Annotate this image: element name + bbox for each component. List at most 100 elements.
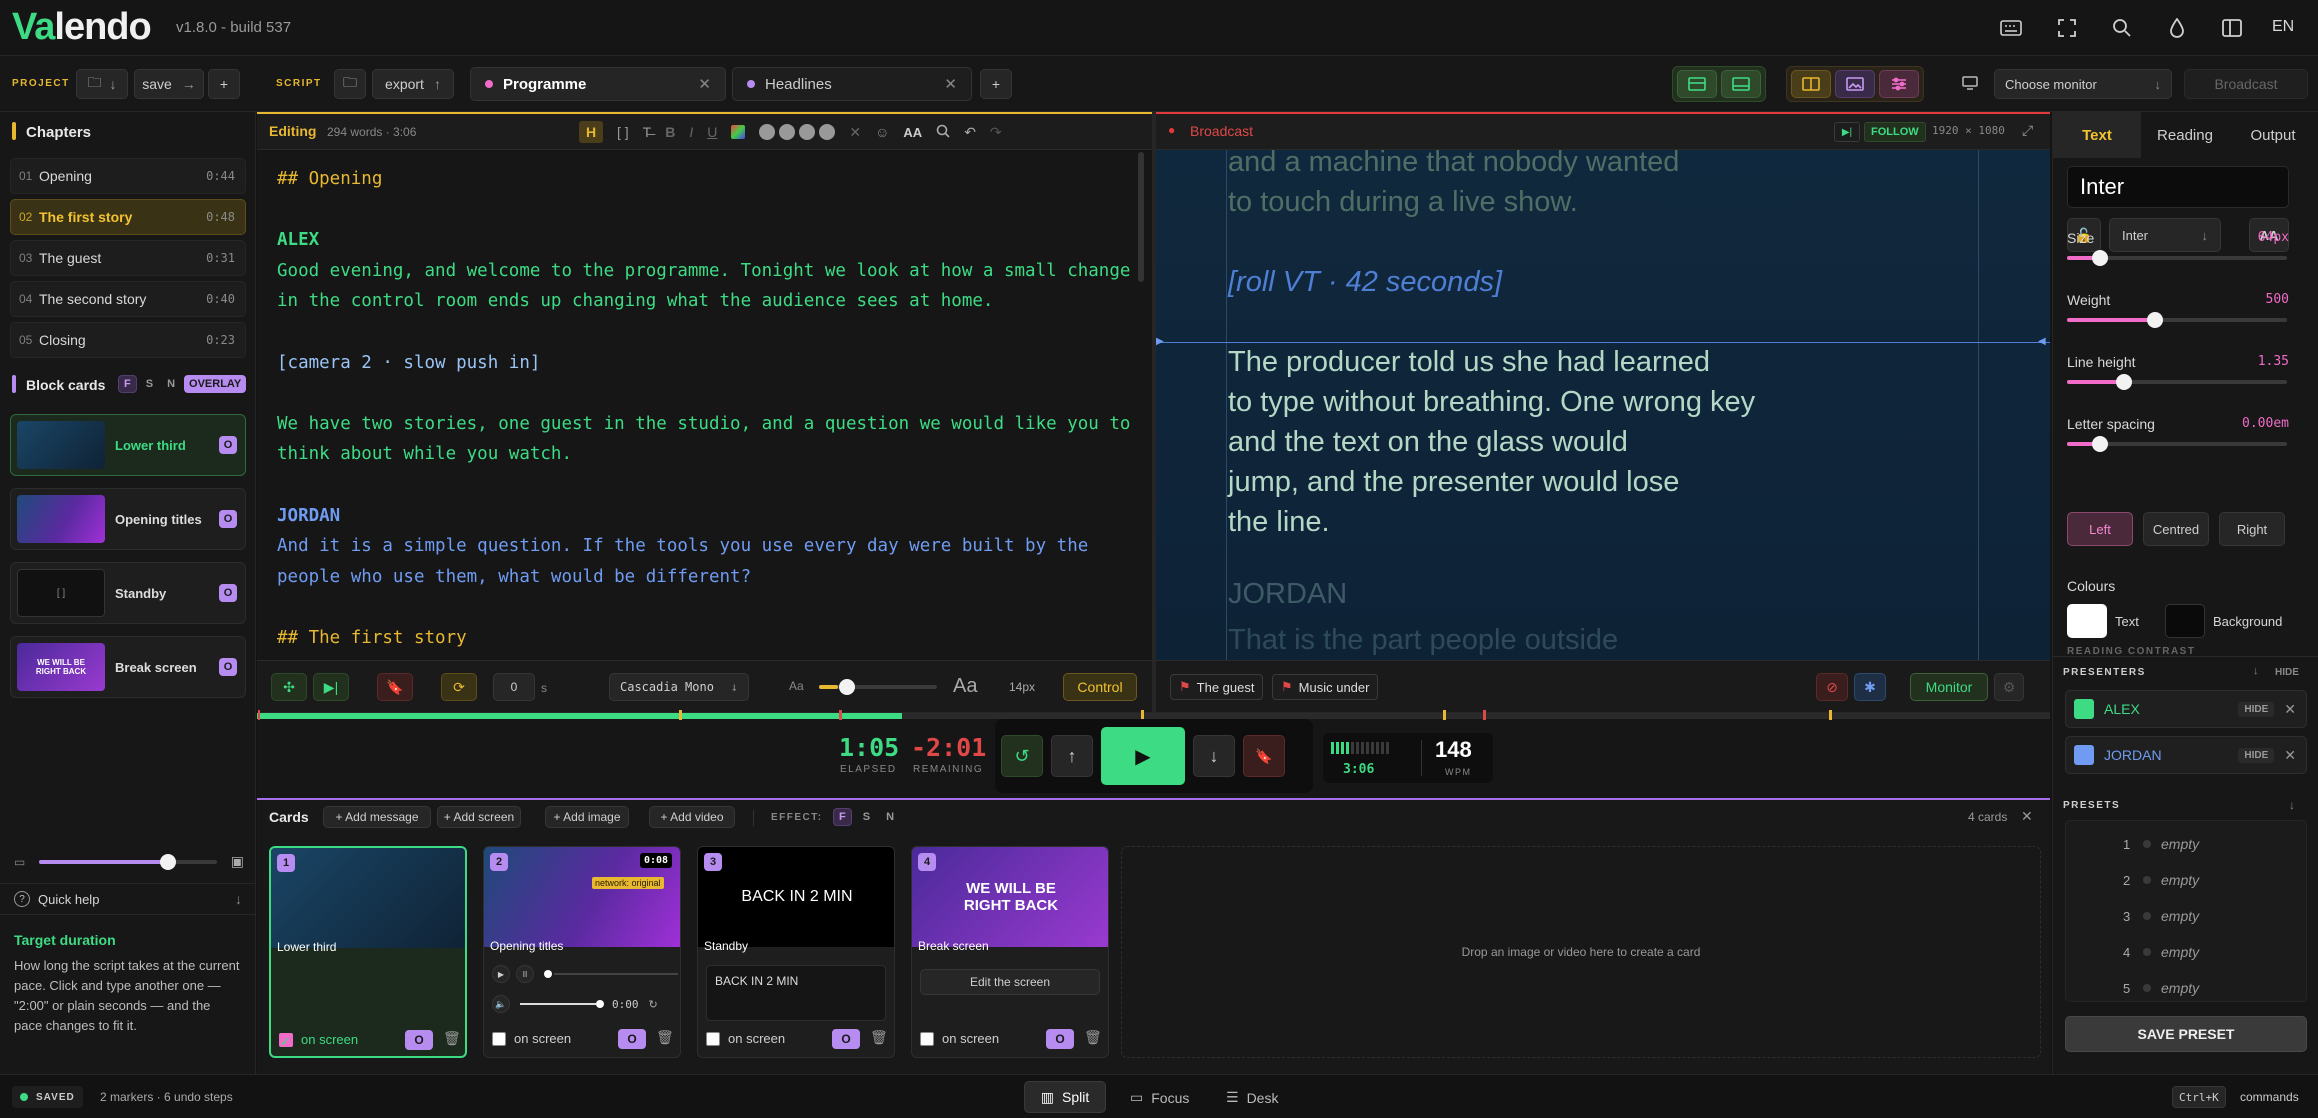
fullscreen-icon[interactable] <box>2055 16 2079 40</box>
search-icon[interactable] <box>2110 16 2134 40</box>
new-tab-button[interactable]: + <box>980 69 1012 99</box>
card-effect-s[interactable]: S <box>858 808 875 826</box>
card-effect-f[interactable]: F <box>833 808 852 826</box>
view-split-button[interactable]: ▥ Split <box>1024 1081 1106 1113</box>
script-line[interactable] <box>277 592 1137 623</box>
script-line[interactable] <box>277 195 1137 226</box>
close-icon[interactable]: ✕ <box>944 75 957 93</box>
tab-programme[interactable]: Programme ✕ <box>470 67 726 101</box>
align-right-button[interactable]: Right <box>2219 512 2285 546</box>
script-line[interactable]: ## Opening <box>277 164 1137 195</box>
play-button[interactable]: ▶ <box>1101 727 1185 785</box>
script-line[interactable]: [camera 2 · slow push in] <box>277 348 1137 379</box>
video-play-icon[interactable]: ▶ <box>492 965 510 983</box>
offset-input[interactable]: 0 <box>493 673 535 701</box>
effect-f-pill[interactable]: F <box>118 375 137 393</box>
bold-button[interactable]: B <box>665 124 675 140</box>
auto-scroll-button[interactable]: ✣ <box>271 673 307 701</box>
loop-button[interactable]: ⟳ <box>441 673 477 701</box>
layout-top-button[interactable] <box>1677 70 1717 98</box>
person-icon[interactable]: ☺ <box>875 124 889 140</box>
volume-icon[interactable]: 🔈 <box>492 995 510 1013</box>
add-screen-button[interactable]: + Add screen <box>437 806 521 828</box>
slider-knob[interactable] <box>2147 312 2163 328</box>
trash-icon[interactable]: 🗑 <box>443 1030 461 1047</box>
background-colour-swatch[interactable] <box>2165 604 2205 638</box>
chapter-item[interactable]: 04 The second story 0:40 <box>10 281 246 317</box>
hide-all-button[interactable]: HIDE <box>2275 667 2299 678</box>
scrubber-track[interactable] <box>554 973 678 975</box>
drop-icon[interactable] <box>2165 16 2189 40</box>
card-break-screen[interactable]: WE WILL BE RIGHT BACK 4 Break screen Edi… <box>911 846 1109 1058</box>
find-icon[interactable] <box>936 124 950 141</box>
screen-text-field[interactable]: BACK IN 2 MIN <box>706 965 886 1021</box>
card-standby[interactable]: BACK IN 2 MIN 3 Standby BACK IN 2 MIN on… <box>697 846 895 1058</box>
add-video-button[interactable]: + Add video <box>649 806 735 828</box>
slider-size[interactable]: Size 64px <box>2067 230 2289 270</box>
block-card[interactable]: WE WILL BE RIGHT BACK Break screen O <box>10 636 246 698</box>
layout-icon[interactable] <box>2220 16 2244 40</box>
heading-button[interactable]: H <box>579 121 603 143</box>
block-card[interactable]: Lower third O <box>10 414 246 476</box>
redo-icon[interactable]: ↷ <box>990 124 1002 141</box>
target-duration[interactable]: 3:06 <box>1343 762 1374 777</box>
checkbox[interactable]: ✓ <box>279 1032 293 1049</box>
volume-track[interactable] <box>520 1003 596 1005</box>
chapter-item[interactable]: 02 The first story 0:48 <box>10 199 246 235</box>
script-line[interactable]: JORDAN <box>277 501 1137 532</box>
chapter-item[interactable]: 03 The guest 0:31 <box>10 240 246 276</box>
edit-screen-button[interactable]: Edit the screen <box>920 969 1100 995</box>
image-button[interactable] <box>1835 70 1875 98</box>
tab-headlines[interactable]: Headlines ✕ <box>732 67 972 101</box>
marker-tag-music[interactable]: ⚑ Music under <box>1272 674 1379 700</box>
chapter-item[interactable]: 01 Opening 0:44 <box>10 158 246 194</box>
preset-slot[interactable]: 3 empty <box>2123 908 2199 924</box>
script-line[interactable]: We have two stories, one guest in the st… <box>277 409 1137 440</box>
underline-button[interactable]: U <box>707 124 717 140</box>
color-swatches[interactable] <box>759 124 836 140</box>
video-scrubber[interactable]: ▶ II <box>492 965 678 983</box>
align-centre-button[interactable]: Centred <box>2143 512 2209 546</box>
preset-slot[interactable]: 1 empty <box>2123 836 2199 852</box>
tab-reading[interactable]: Reading <box>2141 112 2229 158</box>
monitor-settings-button[interactable]: ⚙ <box>1994 673 2024 701</box>
bracket-button[interactable]: [ ] <box>617 124 629 140</box>
script-editor[interactable]: ## Opening ALEX Good evening, and welcome … <box>277 164 1137 654</box>
presenter-row[interactable]: JORDAN HIDE ✕ <box>2065 736 2307 774</box>
previous-button[interactable]: ↑ <box>1051 735 1093 777</box>
add-image-button[interactable]: + Add image <box>545 806 629 828</box>
export-button[interactable]: export ↑ <box>372 69 454 99</box>
add-marker-button[interactable]: 🔖 <box>1243 735 1285 777</box>
on-screen-toggle[interactable]: on screen <box>492 1031 571 1046</box>
drop-zone[interactable]: Drop an image or video here to create a … <box>1121 846 2041 1058</box>
script-line[interactable] <box>277 317 1137 348</box>
tab-text[interactable]: Text <box>2053 112 2141 158</box>
jump-to-cursor-button[interactable]: ▶| <box>313 673 349 701</box>
close-icon[interactable]: ✕ <box>2284 701 2296 718</box>
clear-format-button[interactable]: T̶ <box>643 124 652 140</box>
on-screen-toggle[interactable]: ✓ on screen <box>279 1032 358 1049</box>
keyboard-icon[interactable] <box>1999 16 2023 40</box>
monitor-select[interactable]: Choose monitor ↓ <box>1994 69 2172 99</box>
broadcast-button[interactable]: Broadcast <box>2184 69 2308 99</box>
overlay-badge[interactable]: O <box>1046 1029 1074 1049</box>
view-desk-button[interactable]: ☰ Desk <box>1226 1089 1278 1106</box>
slider-knob[interactable] <box>2116 374 2133 390</box>
preset-slot[interactable]: 4 empty <box>2123 944 2199 960</box>
sliders-button[interactable] <box>1879 70 1919 98</box>
align-left-button[interactable]: Left <box>2067 512 2133 546</box>
block-card[interactable]: Opening titles O <box>10 488 246 550</box>
language-selector[interactable]: EN <box>2272 18 2294 36</box>
close-swatch-icon[interactable]: ✕ <box>849 124 861 141</box>
freeze-button[interactable]: ✱ <box>1854 673 1886 701</box>
follow-toggle[interactable]: FOLLOW <box>1864 122 1926 142</box>
trash-icon[interactable]: 🗑 <box>870 1029 888 1046</box>
preset-slot[interactable]: 2 empty <box>2123 872 2199 888</box>
chapter-item[interactable]: 05 Closing 0:23 <box>10 322 246 358</box>
layout-bottom-button[interactable] <box>1721 70 1761 98</box>
video-volume[interactable]: 🔈 0:00 ↻ <box>492 995 678 1013</box>
slider-track[interactable] <box>2067 374 2287 390</box>
overlay-badge[interactable]: O <box>219 658 237 676</box>
control-button[interactable]: Control <box>1063 673 1137 701</box>
slider-letter-spacing[interactable]: Letter spacing 0.00em <box>2067 416 2289 456</box>
